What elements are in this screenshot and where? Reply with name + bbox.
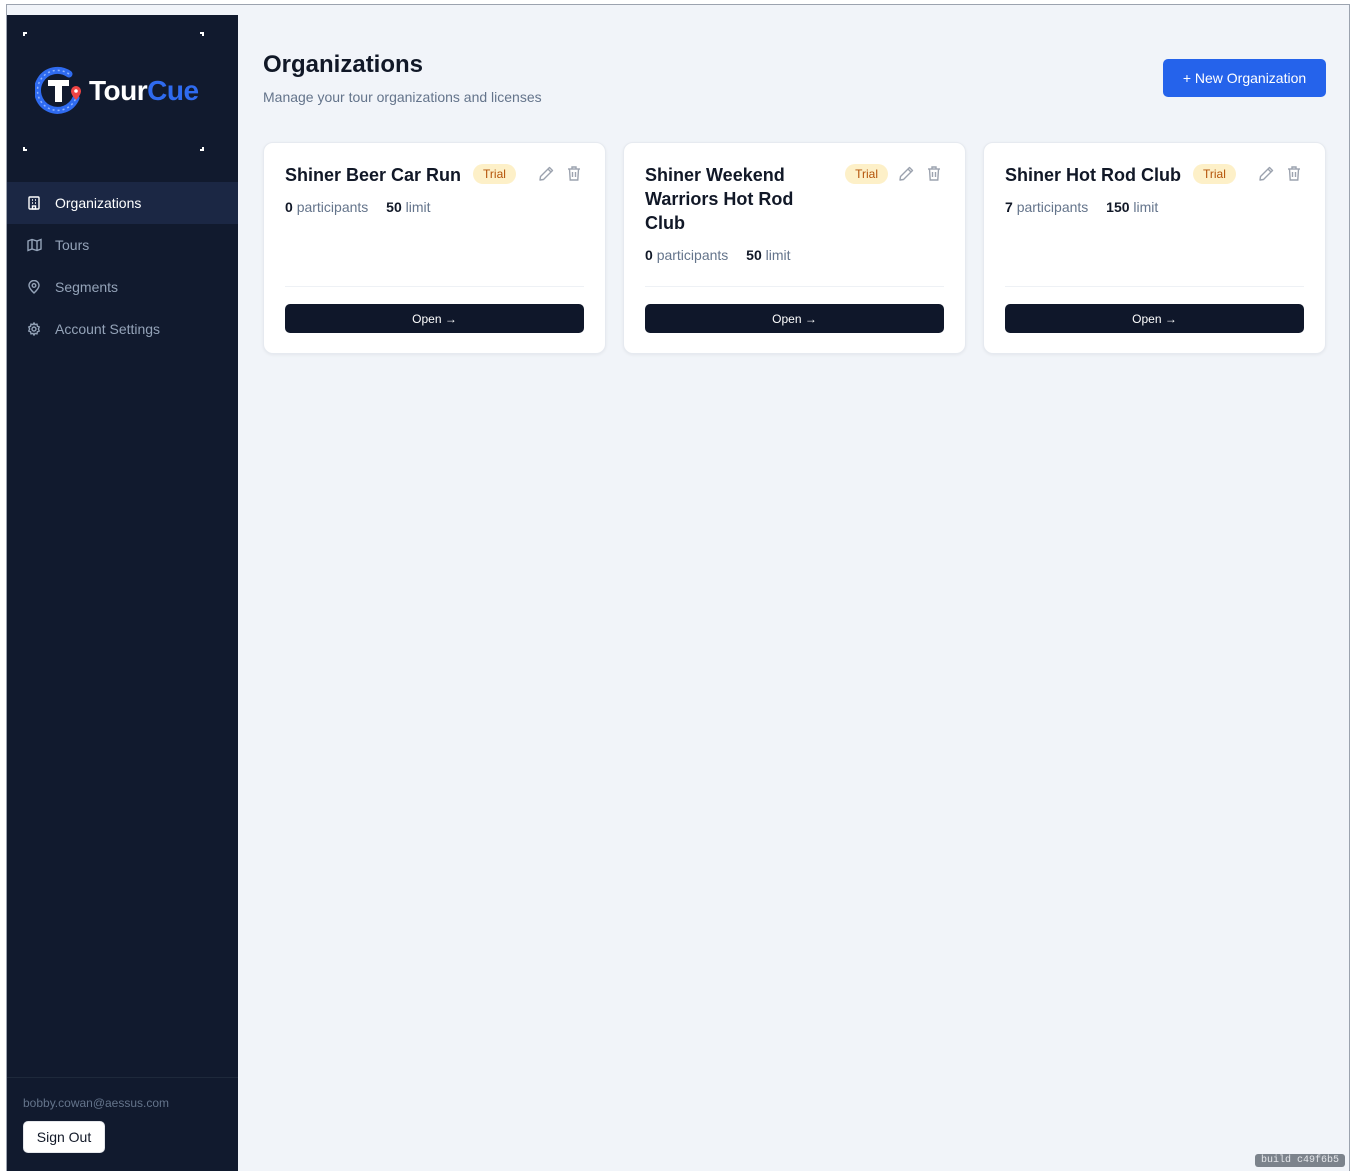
limit-label: limit [1133,199,1159,215]
edit-icon[interactable] [1256,163,1276,183]
corner-mark [200,147,204,151]
build-tag: build c49f6b5 [1254,1154,1345,1167]
open-organization-button[interactable]: Open → [1005,304,1304,333]
organization-stats: 0 participants 50 limit [285,199,584,215]
edit-icon[interactable] [896,163,916,183]
participants-count: 7 [1005,199,1013,215]
brand-wordmark: TourCue [89,75,199,106]
user-email: bobby.cowan@aessus.com [23,1096,170,1110]
limit-label: limit [405,199,431,215]
organization-card: Shiner Beer Car Run Trial 0 participants… [263,142,606,354]
organization-stats: 0 participants 50 limit [645,247,944,263]
limit-count: 50 [746,247,762,263]
limit-count: 150 [1106,199,1130,215]
logo-area: TourCue [7,15,238,171]
sidebar-item-organizations[interactable]: Organizations [7,182,238,224]
corner-mark [23,32,27,36]
card-divider [285,286,584,287]
sidebar-item-label: Segments [55,279,119,295]
browser-frame: TourCue Organizations Tours Segments Acc… [6,4,1350,1171]
sidebar-item-label: Account Settings [55,321,161,337]
participants-label: participants [1016,199,1089,215]
map-icon [26,237,42,253]
trial-badge: Trial [1192,164,1236,184]
participants-label: participants [296,199,369,215]
open-organization-button[interactable]: Open → [645,304,944,333]
corner-mark [23,147,27,151]
sidebar-item-label: Organizations [55,195,142,211]
card-header: Shiner Beer Car Run Trial [285,163,584,187]
trial-badge: Trial [845,164,888,184]
open-organization-button[interactable]: Open → [285,304,584,333]
card-divider [645,286,944,287]
trash-icon[interactable] [564,163,584,183]
app: TourCue Organizations Tours Segments Acc… [7,15,1349,1171]
edit-icon[interactable] [536,163,556,183]
card-header: Shiner Hot Rod Club Trial [1005,163,1304,187]
sidebar-item-label: Tours [55,237,90,253]
new-organization-button[interactable]: + New Organization [1163,59,1326,97]
sidebar-item-segments[interactable]: Segments [7,266,238,308]
organization-name: Shiner Beer Car Run [285,165,462,185]
trash-icon[interactable] [924,163,944,183]
organization-name: Shiner Weekend Warriors Hot Rod Club [645,165,794,233]
trial-badge: Trial [473,164,516,184]
trash-icon[interactable] [1284,163,1304,183]
organization-stats: 7 participants 150 limit [1005,199,1304,215]
card-header: Shiner Weekend Warriors Hot Rod Club Tri… [645,163,944,235]
participants-count: 0 [285,199,293,215]
main-content: Organizations Manage your tour organizat… [238,15,1349,1171]
organization-name: Shiner Hot Rod Club [1005,165,1181,185]
organization-card-list: Shiner Beer Car Run Trial 0 participants… [263,142,1326,354]
sidebar-footer: bobby.cowan@aessus.com Sign Out [7,1077,238,1171]
organization-card: Shiner Weekend Warriors Hot Rod Club Tri… [623,142,966,354]
building-icon [26,195,42,211]
brand-logo[interactable]: TourCue [35,65,199,117]
card-divider [1005,286,1304,287]
page-title: Organizations [263,51,424,78]
organization-card: Shiner Hot Rod Club Trial 7 participants… [983,142,1326,354]
sidebar: TourCue Organizations Tours Segments Acc… [7,15,238,1171]
sidebar-item-tours[interactable]: Tours [7,224,238,266]
page-subtitle: Manage your tour organizations and licen… [263,89,542,105]
limit-label: limit [765,247,791,263]
sidebar-item-account-settings[interactable]: Account Settings [7,308,238,350]
participants-count: 0 [645,247,653,263]
sidebar-nav: Organizations Tours Segments Account Set… [7,182,238,350]
gear-icon [26,321,42,337]
tourcue-logo-icon [35,66,81,114]
sign-out-button[interactable]: Sign Out [23,1121,105,1153]
limit-count: 50 [386,199,402,215]
participants-label: participants [656,247,729,263]
corner-mark [200,32,204,36]
map-pin-icon [26,279,42,295]
